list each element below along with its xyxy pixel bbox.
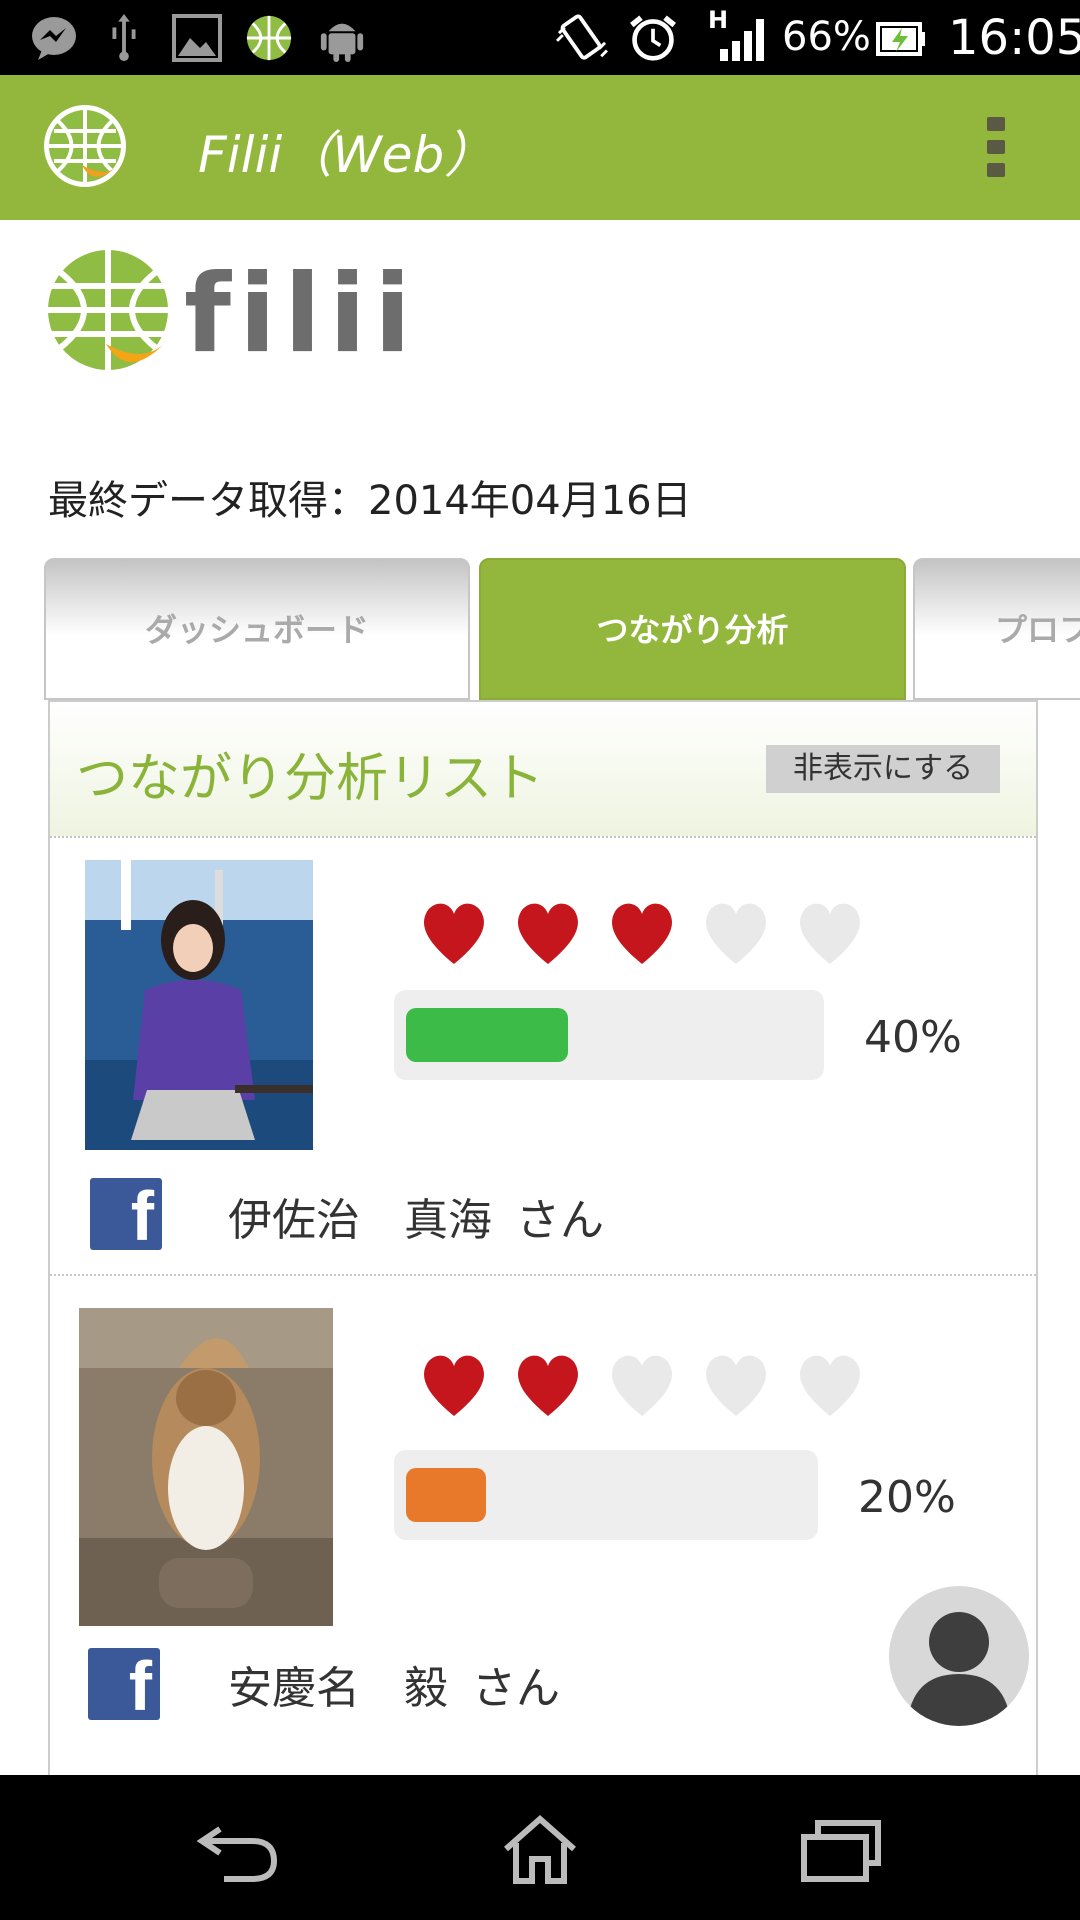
connection-analysis-panel: つながり分析リスト 非表示にする 40% f 伊佐治 真海 さん 20% f 安… <box>48 700 1038 1775</box>
heart-empty-icon <box>800 1355 860 1416</box>
list-item[interactable]: 20% <box>50 1288 1036 1626</box>
clock: 16:05 <box>948 10 1080 66</box>
affinity-percent: 20% <box>858 1472 956 1523</box>
heart-empty-icon <box>612 1355 672 1416</box>
heart-filled-icon <box>518 903 578 964</box>
person-name[interactable]: 安慶名 毅 さん <box>228 1652 560 1716</box>
overflow-menu-icon[interactable] <box>984 117 1008 181</box>
filii-logo: filii <box>46 248 426 378</box>
filii-globe-icon[interactable] <box>42 103 128 189</box>
navigation-bar <box>0 1775 1080 1920</box>
profile-photo[interactable] <box>85 860 313 1150</box>
signal-icon <box>720 19 764 61</box>
battery-percent: 66% <box>782 14 871 60</box>
usb-icon <box>112 14 136 62</box>
panel-title: つながり分析リスト <box>76 749 545 809</box>
heart-filled-icon <box>518 1355 578 1416</box>
list-divider <box>50 1274 1036 1276</box>
affinity-progress-track <box>394 1450 818 1540</box>
home-icon[interactable] <box>490 1815 590 1885</box>
tab-profile[interactable]: プロフ <box>913 558 1080 700</box>
person-silhouette-icon <box>907 1612 1011 1726</box>
person-name-text: 安慶名 毅 <box>228 1663 448 1714</box>
heart-filled-icon <box>612 903 672 964</box>
heart-filled-icon <box>424 1355 484 1416</box>
android-debug-icon <box>320 23 364 62</box>
affinity-percent: 40% <box>864 1012 962 1063</box>
back-icon[interactable] <box>190 1815 290 1885</box>
panel-header: つながり分析リスト 非表示にする <box>50 702 1036 838</box>
status-bar: H 66% 16:05 <box>0 0 1080 75</box>
filii-icon <box>246 15 292 61</box>
filii-globe-logo-icon <box>48 250 168 370</box>
web-content: filii 最終データ取得：2014年04月16日 ダッシュボード つながり分析… <box>0 220 1080 1775</box>
facebook-icon: f <box>90 1177 162 1255</box>
affinity-progress-track <box>394 990 824 1080</box>
facebook-icon: f <box>88 1647 160 1725</box>
alarm-icon <box>630 15 676 61</box>
person-name[interactable]: 伊佐治 真海 さん <box>228 1184 604 1248</box>
list-item[interactable]: 40% <box>50 840 1036 1150</box>
app-title: Filii（Web） <box>198 126 495 184</box>
heart-empty-icon <box>800 903 860 964</box>
affinity-hearts <box>418 1350 878 1430</box>
screen: H 66% 16:05 Filii（Web） filii 最終データ取得：201… <box>0 0 1080 1920</box>
affinity-progress-fill <box>406 1008 568 1062</box>
heart-filled-icon <box>424 903 484 964</box>
profile-photo[interactable] <box>79 1308 333 1626</box>
vibrate-icon <box>556 14 608 60</box>
person-name-text: 伊佐治 真海 <box>228 1195 492 1246</box>
honorific-suffix: さん <box>516 1195 604 1246</box>
hide-button[interactable]: 非表示にする <box>766 745 1000 793</box>
heart-empty-icon <box>706 1355 766 1416</box>
logo-wordmark: filii <box>184 252 420 377</box>
action-bar: Filii（Web） <box>0 75 1080 220</box>
affinity-progress-fill <box>406 1468 486 1522</box>
tab-dashboard[interactable]: ダッシュボード <box>44 558 470 700</box>
floating-avatar[interactable] <box>889 1586 1029 1726</box>
honorific-suffix: さん <box>472 1663 560 1714</box>
tab-connection-analysis[interactable]: つながり分析 <box>479 558 906 700</box>
last-fetch-date: 最終データ取得：2014年04月16日 <box>48 478 692 524</box>
affinity-hearts <box>418 898 878 978</box>
recent-apps-icon[interactable] <box>790 1815 890 1885</box>
heart-empty-icon <box>706 903 766 964</box>
messenger-icon <box>32 17 76 60</box>
gallery-icon <box>172 14 222 62</box>
battery-charging-icon <box>876 22 925 56</box>
